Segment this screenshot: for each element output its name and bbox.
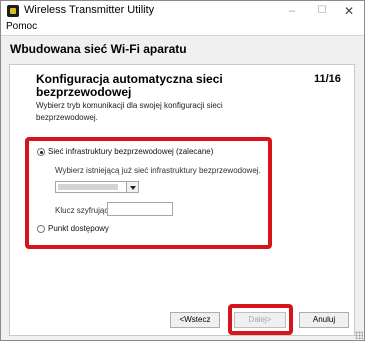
network-dropdown[interactable] xyxy=(55,181,139,193)
title-bar: Wireless Transmitter Utility – ☐ ✕ xyxy=(1,1,364,21)
infrastructure-radio[interactable] xyxy=(37,148,45,156)
encryption-key-label: Klucz szyfrujący xyxy=(55,206,113,215)
cancel-button[interactable]: Anuluj xyxy=(299,312,349,328)
network-select-prompt: Wybierz istniejącą już sieć infrastruktu… xyxy=(55,166,261,175)
window-title: Wireless Transmitter Utility xyxy=(24,4,155,16)
chevron-down-icon[interactable] xyxy=(126,182,138,192)
back-button[interactable]: <Wstecz xyxy=(170,312,220,328)
step-counter: 11/16 xyxy=(314,73,341,85)
app-icon xyxy=(7,5,19,17)
encryption-key-input[interactable] xyxy=(107,202,173,216)
maximize-button[interactable]: ☐ xyxy=(307,2,337,20)
menu-item-pomoc[interactable]: Pomoc xyxy=(6,21,37,32)
step-title: Konfiguracja automatyczna sieci bezprzew… xyxy=(36,72,223,99)
menu-separator xyxy=(1,35,364,36)
step-instruction: Wybierz tryb komunikacji dla swojej konf… xyxy=(36,101,223,122)
access-point-radio[interactable] xyxy=(37,225,45,233)
resize-grip-icon[interactable] xyxy=(355,331,363,339)
minimize-button[interactable]: – xyxy=(277,2,307,20)
access-point-radio-label[interactable]: Punkt dostępowy xyxy=(48,224,109,233)
infrastructure-radio-label[interactable]: Sieć infrastruktury bezprzewodowej (zale… xyxy=(48,147,213,156)
wireless-transmitter-window: Wireless Transmitter Utility – ☐ ✕ Pomoc… xyxy=(0,0,365,341)
close-button[interactable]: ✕ xyxy=(334,2,364,20)
wizard-panel: Konfiguracja automatyczna sieci bezprzew… xyxy=(9,64,355,336)
page-title: Wbudowana sieć Wi-Fi aparatu xyxy=(10,42,187,56)
menu-bar: Pomoc xyxy=(1,21,364,35)
network-dropdown-value xyxy=(58,184,118,190)
next-highlight-frame xyxy=(228,304,293,335)
